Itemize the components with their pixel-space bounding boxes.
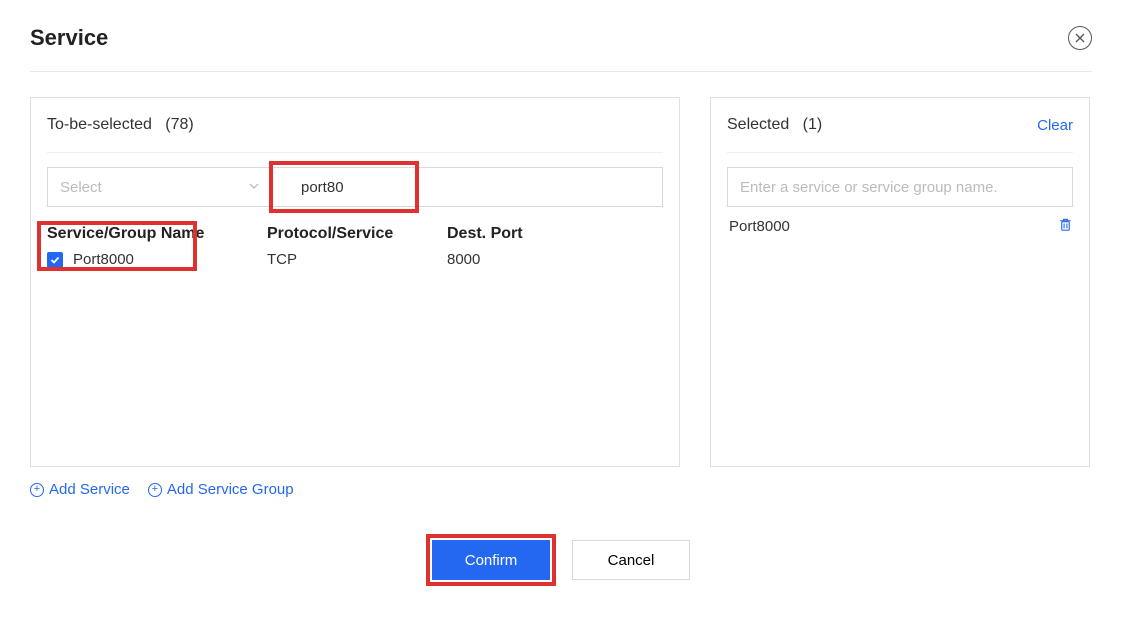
selected-count: (1) (803, 116, 823, 133)
close-button[interactable] (1068, 26, 1092, 50)
dialog-title: Service (30, 25, 108, 51)
chevron-down-icon (248, 179, 260, 196)
selected-label: Selected (727, 116, 789, 133)
add-service-link[interactable]: + Add Service (30, 481, 130, 498)
check-icon (50, 255, 60, 265)
col-protocol: Protocol/Service (267, 225, 447, 243)
search-input[interactable] (273, 167, 663, 207)
to-be-selected-label: To-be-selected (47, 116, 152, 133)
row-name: Port8000 (73, 251, 134, 268)
col-service-name: Service/Group Name (47, 225, 267, 243)
selected-panel: Selected (1) Clear Port8000 (710, 97, 1090, 467)
trash-icon (1058, 217, 1073, 232)
row-checkbox[interactable] (47, 252, 63, 268)
filter-select-placeholder: Select (60, 179, 102, 196)
filter-select[interactable]: Select (47, 167, 273, 207)
cancel-button[interactable]: Cancel (572, 540, 690, 580)
confirm-button[interactable]: Confirm (432, 540, 550, 580)
selected-search-input[interactable] (727, 167, 1073, 207)
to-be-selected-panel: To-be-selected (78) Select Service/Group… (30, 97, 680, 467)
plus-icon: + (148, 483, 162, 497)
add-service-label: Add Service (49, 481, 130, 498)
plus-icon: + (30, 483, 44, 497)
to-be-selected-count: (78) (165, 116, 193, 133)
add-service-group-label: Add Service Group (167, 481, 294, 498)
add-service-group-link[interactable]: + Add Service Group (148, 481, 294, 498)
row-protocol: TCP (267, 251, 447, 268)
table-row[interactable]: Port8000 TCP 8000 (47, 247, 663, 272)
col-dest-port: Dest. Port (447, 225, 597, 243)
close-icon (1075, 33, 1085, 43)
selected-item: Port8000 (727, 207, 1073, 236)
clear-button[interactable]: Clear (1037, 117, 1073, 134)
selected-item-name: Port8000 (729, 218, 790, 235)
row-port: 8000 (447, 251, 597, 268)
table-header: Service/Group Name Protocol/Service Dest… (47, 217, 663, 247)
delete-button[interactable] (1058, 217, 1073, 236)
